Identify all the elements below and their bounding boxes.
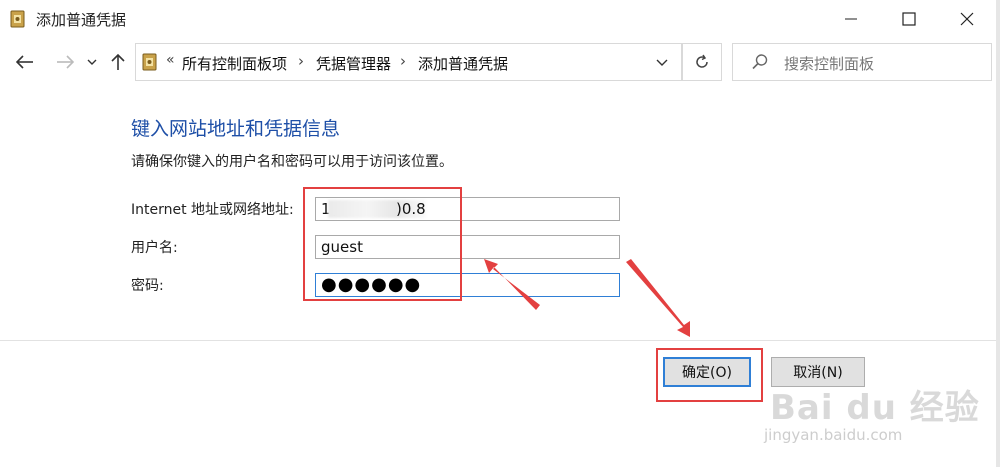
maximize-button[interactable]: [880, 0, 938, 38]
breadcrumb-separator[interactable]: ›: [400, 52, 406, 70]
close-icon: [960, 12, 974, 26]
control-panel-icon: [142, 52, 158, 72]
up-arrow-icon: [111, 53, 125, 70]
navigation-bar: « 所有控制面板项 › 凭据管理器 › 添加普通凭据 搜索控制面板: [0, 40, 1000, 84]
address-bar[interactable]: « 所有控制面板项 › 凭据管理器 › 添加普通凭据: [135, 43, 682, 81]
password-field-label: 密码:: [131, 278, 164, 294]
close-button[interactable]: [938, 0, 996, 38]
forward-arrow-icon: [57, 55, 74, 69]
credential-manager-icon: [10, 9, 26, 29]
breadcrumb-overflow[interactable]: «: [166, 52, 175, 68]
breadcrumb-credential-manager[interactable]: 凭据管理器: [316, 53, 391, 74]
page-heading: 键入网站地址和凭据信息: [131, 118, 341, 140]
back-button[interactable]: [10, 48, 40, 76]
add-credential-window: 添加普通凭据 « 所有控制面板项 › 凭据管理器 › 添加普通凭据 搜索控制面板…: [0, 0, 1000, 467]
username-field-label: 用户名:: [131, 240, 178, 256]
watermark: Bai du 经验 jingyan.baidu.com: [760, 378, 1000, 463]
chevron-down-icon: [656, 59, 668, 66]
footer-divider: [0, 340, 1000, 341]
window-title: 添加普通凭据: [36, 11, 127, 29]
minimize-button[interactable]: [822, 0, 880, 38]
address-field-label: Internet 地址或网络地址:: [131, 202, 294, 218]
refresh-icon: [696, 54, 708, 68]
window-border: [996, 0, 1000, 467]
breadcrumb-all-control-panel-items[interactable]: 所有控制面板项: [182, 53, 287, 74]
search-box[interactable]: 搜索控制面板: [732, 43, 992, 81]
search-icon: [752, 54, 768, 70]
forward-button[interactable]: [50, 48, 80, 76]
recent-locations-button[interactable]: [82, 48, 102, 76]
watermark-url: jingyan.baidu.com: [764, 426, 903, 444]
search-placeholder: 搜索控制面板: [784, 55, 875, 73]
up-button[interactable]: [104, 48, 132, 76]
title-bar: 添加普通凭据: [0, 0, 1000, 38]
annotation-highlight-fields: [303, 187, 462, 301]
minimize-icon: [845, 18, 857, 20]
back-arrow-icon: [16, 55, 33, 69]
breadcrumb-add-generic-credential[interactable]: 添加普通凭据: [418, 53, 508, 74]
watermark-logo: Bai du 经验: [770, 388, 980, 428]
maximize-icon: [902, 12, 916, 26]
breadcrumb-separator[interactable]: ›: [298, 52, 304, 70]
annotation-arrow-to-ok: [626, 259, 690, 337]
annotation-highlight-ok: [656, 348, 763, 402]
address-dropdown-button[interactable]: [648, 50, 676, 74]
refresh-button[interactable]: [682, 43, 722, 81]
chevron-down-icon: [87, 59, 97, 65]
page-description: 请确保你键入的用户名和密码可以用于访问该位置。: [131, 154, 453, 170]
